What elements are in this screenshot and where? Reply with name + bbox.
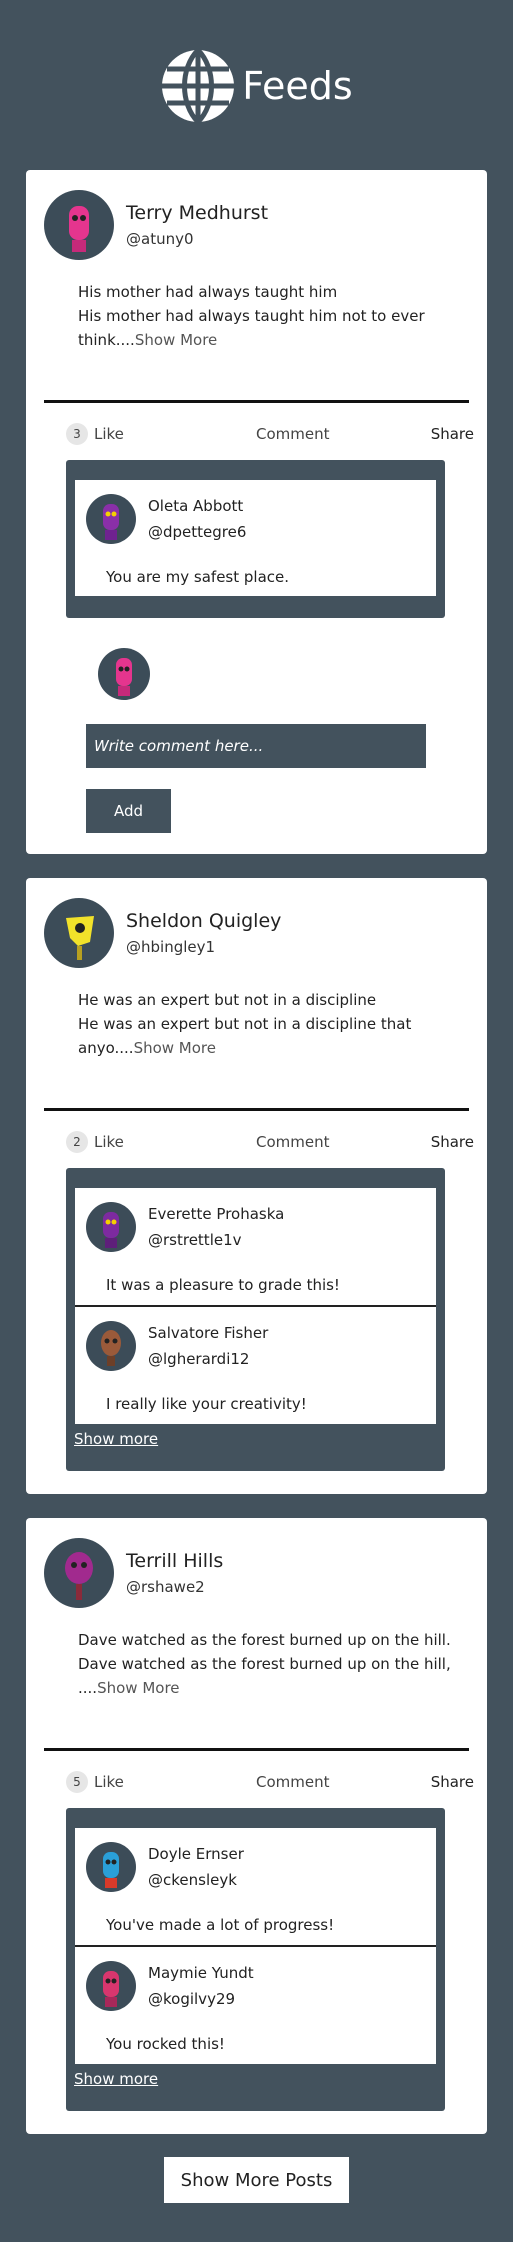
author-handle: @hbingley1 — [126, 938, 216, 956]
comment-button[interactable]: Comment — [256, 425, 330, 443]
comment-item: Doyle Ernser @ckensleyk You've made a lo… — [75, 1828, 436, 1945]
like-button[interactable]: 3 Like — [66, 423, 124, 445]
show-more-link[interactable]: Show More — [97, 1679, 179, 1697]
divider — [44, 400, 469, 403]
show-more-comments-link[interactable]: Show more — [74, 1430, 158, 1448]
avatar[interactable] — [44, 1538, 114, 1608]
comment-author-handle: @lgherardi12 — [148, 1350, 250, 1368]
post-author: Terry Medhurst @atuny0 — [44, 190, 268, 260]
comment-author-handle: @dpettegre6 — [148, 523, 247, 541]
post-actions: 2 Like Comment Share — [66, 1131, 474, 1155]
share-button[interactable]: Share — [431, 425, 474, 443]
comment-item: Oleta Abbott @dpettegre6 You are my safe… — [75, 480, 436, 596]
avatar[interactable] — [44, 898, 114, 968]
post-body: He was an expert but not in a discipline… — [78, 988, 438, 1060]
like-button[interactable]: 5 Like — [66, 1771, 124, 1793]
comment-item: Salvatore Fisher @lgherardi12 I really l… — [75, 1307, 436, 1424]
author-name[interactable]: Terrill Hills — [126, 1550, 223, 1572]
like-button[interactable]: 2 Like — [66, 1131, 124, 1153]
page-title: Feeds — [242, 64, 353, 108]
author-name[interactable]: Terry Medhurst — [126, 202, 268, 224]
comments-section: Doyle Ernser @ckensleyk You've made a lo… — [66, 1808, 445, 2111]
like-label: Like — [94, 1133, 124, 1151]
post-card: Terrill Hills @rshawe2 Dave watched as t… — [26, 1518, 487, 2134]
divider — [44, 1108, 469, 1111]
add-comment-button[interactable]: Add — [86, 789, 171, 833]
comment-author-name[interactable]: Maymie Yundt — [148, 1964, 254, 1982]
divider — [44, 1748, 469, 1751]
avatar[interactable] — [86, 1202, 136, 1252]
like-label: Like — [94, 1773, 124, 1791]
avatar[interactable] — [44, 190, 114, 260]
comment-author-handle: @ckensleyk — [148, 1871, 237, 1889]
like-count-badge: 2 — [66, 1131, 88, 1153]
post-author: Sheldon Quigley @hbingley1 — [44, 898, 281, 968]
post-actions: 5 Like Comment Share — [66, 1771, 474, 1795]
comments-section: Everette Prohaska @rstrettle1v It was a … — [66, 1168, 445, 1471]
comment-author-handle: @kogilvy29 — [148, 1990, 236, 2008]
comment-item: Everette Prohaska @rstrettle1v It was a … — [75, 1188, 436, 1305]
author-handle: @atuny0 — [126, 230, 194, 248]
comment-text: I really like your creativity! — [106, 1395, 307, 1413]
comment-text: You are my safest place. — [106, 568, 290, 586]
post-text-line: .... — [78, 1679, 98, 1697]
post-text-line: Dave watched as the forest burned up on … — [78, 1631, 451, 1649]
comment-input[interactable] — [86, 724, 426, 768]
comments-section: Oleta Abbott @dpettegre6 You are my safe… — [66, 460, 445, 618]
post-text-line: Dave watched as the forest burned up on … — [78, 1655, 451, 1673]
post-text-line: His mother had always taught him — [78, 283, 338, 301]
author-name[interactable]: Sheldon Quigley — [126, 910, 281, 932]
author-handle: @rshawe2 — [126, 1578, 205, 1596]
like-count-badge: 5 — [66, 1771, 88, 1793]
show-more-posts-button[interactable]: Show More Posts — [164, 2157, 349, 2203]
avatar[interactable] — [86, 1321, 136, 1371]
post-card: Terry Medhurst @atuny0 His mother had al… — [26, 170, 487, 854]
show-more-link[interactable]: Show More — [135, 331, 217, 349]
comment-text: You've made a lot of progress! — [106, 1916, 335, 1934]
comment-author-name[interactable]: Salvatore Fisher — [148, 1324, 268, 1342]
globe-icon — [162, 48, 235, 124]
post-text-line: think.... — [78, 331, 135, 349]
like-label: Like — [94, 425, 124, 443]
avatar[interactable] — [86, 494, 136, 544]
show-more-comments-link[interactable]: Show more — [74, 2070, 158, 2088]
comment-author-name[interactable]: Everette Prohaska — [148, 1205, 284, 1223]
share-button[interactable]: Share — [431, 1773, 474, 1791]
comment-button[interactable]: Comment — [256, 1773, 330, 1791]
post-card: Sheldon Quigley @hbingley1 He was an exp… — [26, 878, 487, 1494]
comment-text: You rocked this! — [106, 2035, 225, 2053]
comment-author-handle: @rstrettle1v — [148, 1231, 242, 1249]
page-header: Feeds — [0, 44, 513, 128]
avatar[interactable] — [86, 1961, 136, 2011]
post-author: Terrill Hills @rshawe2 — [44, 1538, 223, 1608]
comment-item: Maymie Yundt @kogilvy29 You rocked this! — [75, 1947, 436, 2064]
comment-button[interactable]: Comment — [256, 1133, 330, 1151]
avatar[interactable] — [86, 1842, 136, 1892]
show-more-link[interactable]: Show More — [134, 1039, 216, 1057]
post-body: Dave watched as the forest burned up on … — [78, 1628, 458, 1700]
post-text-line: He was an expert but not in a discipline — [78, 991, 377, 1009]
post-text-line: He was an expert but not in a discipline… — [78, 1015, 412, 1033]
comment-author-name[interactable]: Doyle Ernser — [148, 1845, 244, 1863]
comment-text: It was a pleasure to grade this! — [106, 1276, 340, 1294]
post-body: His mother had always taught him His mot… — [78, 280, 438, 352]
avatar — [98, 648, 150, 700]
post-text-line: anyo.... — [78, 1039, 134, 1057]
share-button[interactable]: Share — [431, 1133, 474, 1151]
like-count-badge: 3 — [66, 423, 88, 445]
post-actions: 3 Like Comment Share — [66, 423, 474, 447]
post-text-line: His mother had always taught him not to … — [78, 307, 425, 325]
comment-author-name[interactable]: Oleta Abbott — [148, 497, 246, 515]
